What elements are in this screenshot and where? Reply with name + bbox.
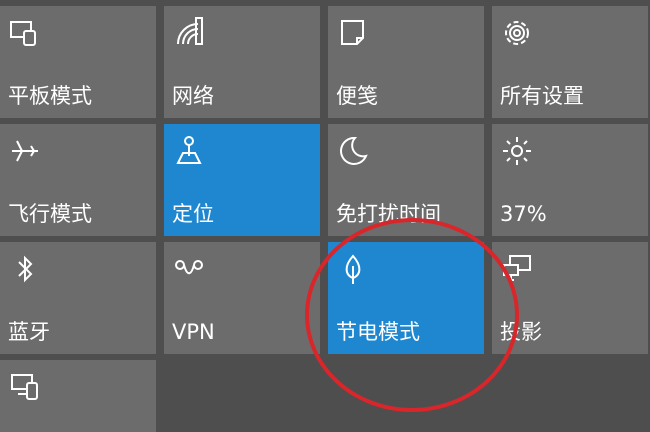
brightness-tile[interactable]: 37% bbox=[492, 124, 648, 236]
project-tile[interactable]: 投影 bbox=[492, 242, 648, 354]
connect-tile[interactable] bbox=[0, 360, 156, 432]
quiet-hours-label: 免打扰时间 bbox=[336, 202, 441, 226]
vpn-tile[interactable]: VPN bbox=[164, 242, 320, 354]
battery-saver-label: 节电模式 bbox=[336, 320, 420, 344]
project-label: 投影 bbox=[500, 320, 542, 344]
quiet-hours-tile[interactable]: 免打扰时间 bbox=[328, 124, 484, 236]
connect-icon bbox=[8, 370, 42, 404]
action-center-grid: 平板模式 网络 便笺 所有设置 飞行模式 定位 免打扰时间 37% 蓝牙 VPN… bbox=[0, 0, 650, 432]
airplane-icon bbox=[8, 134, 42, 168]
bluetooth-tile[interactable]: 蓝牙 bbox=[0, 242, 156, 354]
bluetooth-icon bbox=[8, 252, 42, 286]
gear-icon bbox=[500, 16, 534, 50]
tablet-mode-label: 平板模式 bbox=[8, 84, 92, 108]
moon-icon bbox=[336, 134, 370, 168]
network-icon bbox=[172, 16, 206, 50]
leaf-icon bbox=[336, 252, 370, 286]
note-tile[interactable]: 便笺 bbox=[328, 6, 484, 118]
vpn-icon bbox=[172, 252, 206, 286]
all-settings-label: 所有设置 bbox=[500, 84, 584, 108]
vpn-label: VPN bbox=[172, 320, 215, 344]
bluetooth-label: 蓝牙 bbox=[8, 320, 50, 344]
note-label: 便笺 bbox=[336, 84, 378, 108]
tablet-mode-tile[interactable]: 平板模式 bbox=[0, 6, 156, 118]
location-tile[interactable]: 定位 bbox=[164, 124, 320, 236]
brightness-label: 37% bbox=[500, 202, 547, 226]
airplane-mode-label: 飞行模式 bbox=[8, 202, 92, 226]
project-icon bbox=[500, 252, 534, 286]
network-label: 网络 bbox=[172, 84, 214, 108]
sun-icon bbox=[500, 134, 534, 168]
battery-saver-tile[interactable]: 节电模式 bbox=[328, 242, 484, 354]
location-label: 定位 bbox=[172, 202, 214, 226]
location-icon bbox=[172, 134, 206, 168]
tablet-mode-icon bbox=[8, 16, 42, 50]
airplane-mode-tile[interactable]: 飞行模式 bbox=[0, 124, 156, 236]
all-settings-tile[interactable]: 所有设置 bbox=[492, 6, 648, 118]
note-icon bbox=[336, 16, 370, 50]
network-tile[interactable]: 网络 bbox=[164, 6, 320, 118]
